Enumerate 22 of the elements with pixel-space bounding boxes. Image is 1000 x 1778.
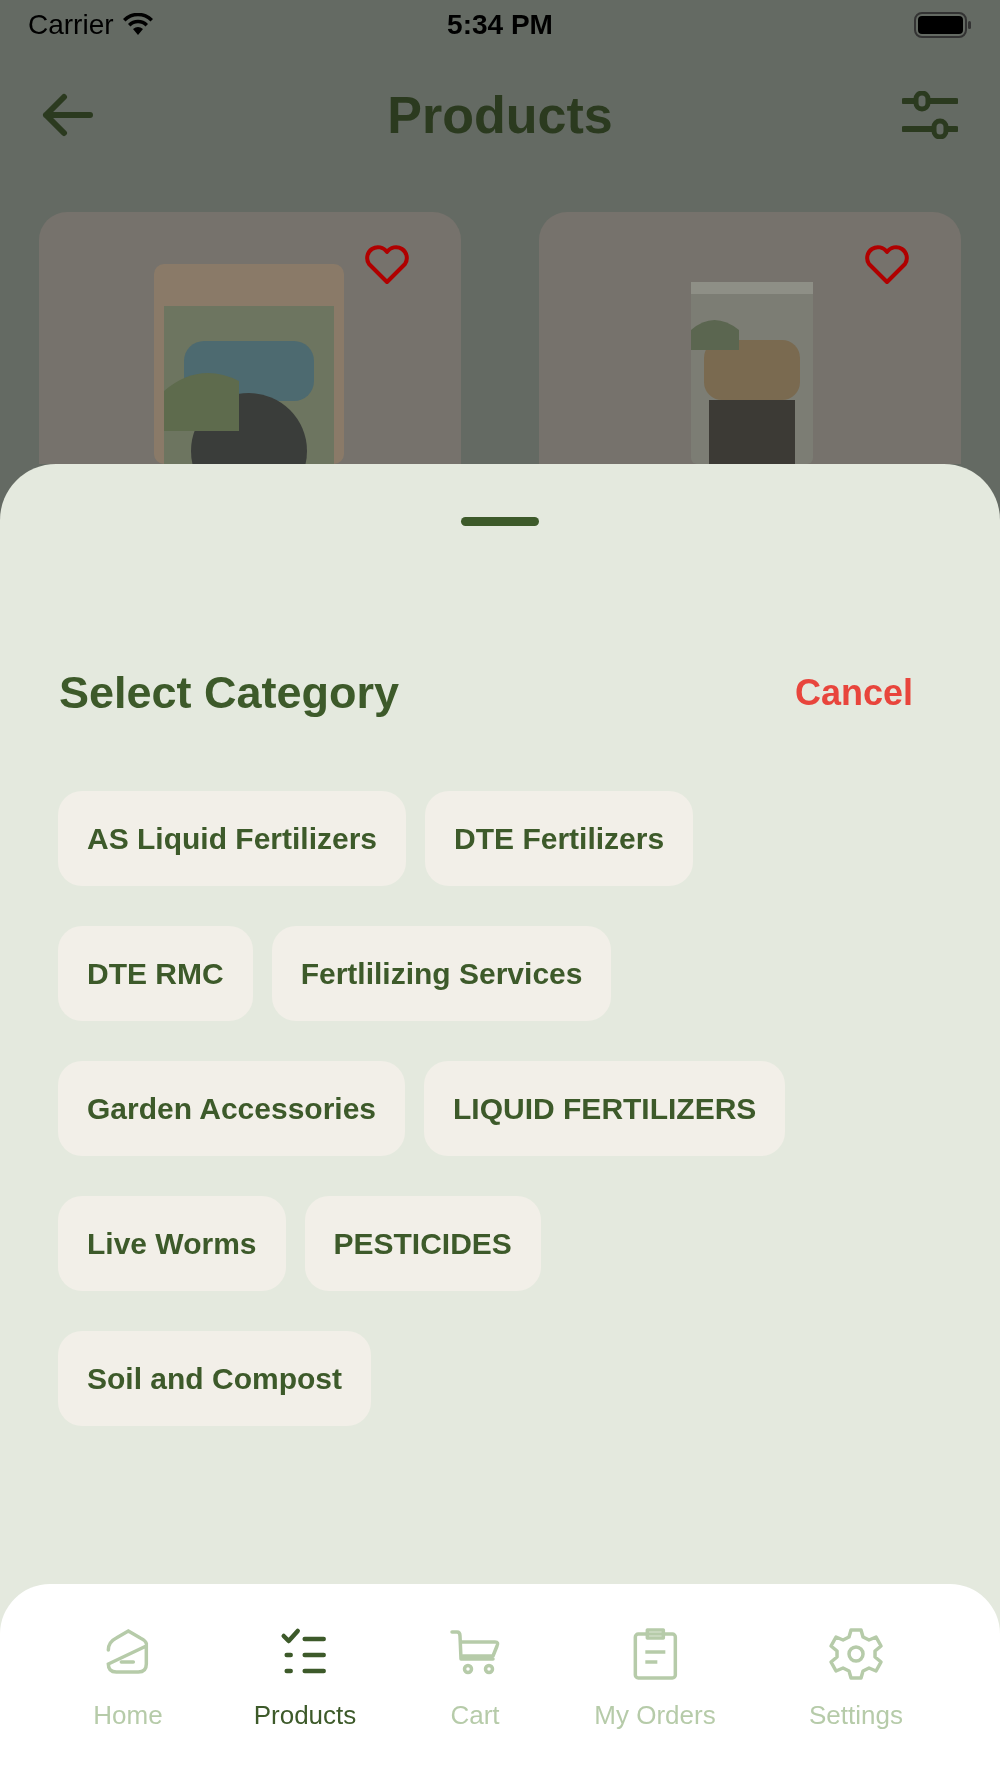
filter-icon[interactable] [902,91,958,139]
category-chip[interactable]: Soil and Compost [58,1330,371,1426]
category-chip[interactable]: DTE RMC [58,925,253,1021]
product-card[interactable] [39,212,461,464]
battery-icon [914,12,972,38]
drag-handle[interactable] [461,517,539,526]
category-chip[interactable]: Live Worms [58,1195,286,1291]
carrier-label: Carrier [28,8,114,42]
wifi-icon [121,13,154,37]
category-chip[interactable]: Fertlilizing Services [271,925,612,1021]
category-chip[interactable]: PESTICIDES [304,1195,541,1291]
page-title: Products [387,85,613,146]
settings-icon [828,1626,884,1682]
category-chip[interactable]: Garden Accessories [58,1060,406,1156]
category-chip[interactable]: LIQUID FERTILIZERS [424,1060,786,1156]
category-chip[interactable]: DTE Fertilizers [425,790,694,886]
sheet-title: Select Category [59,666,400,720]
product-card[interactable] [539,212,961,464]
back-arrow-icon[interactable] [42,93,94,137]
tab-bar-item[interactable]: Products [253,1626,357,1735]
clock: 5:34 PM [447,8,553,42]
category-chip[interactable]: AS Liquid Fertilizers [58,790,407,886]
